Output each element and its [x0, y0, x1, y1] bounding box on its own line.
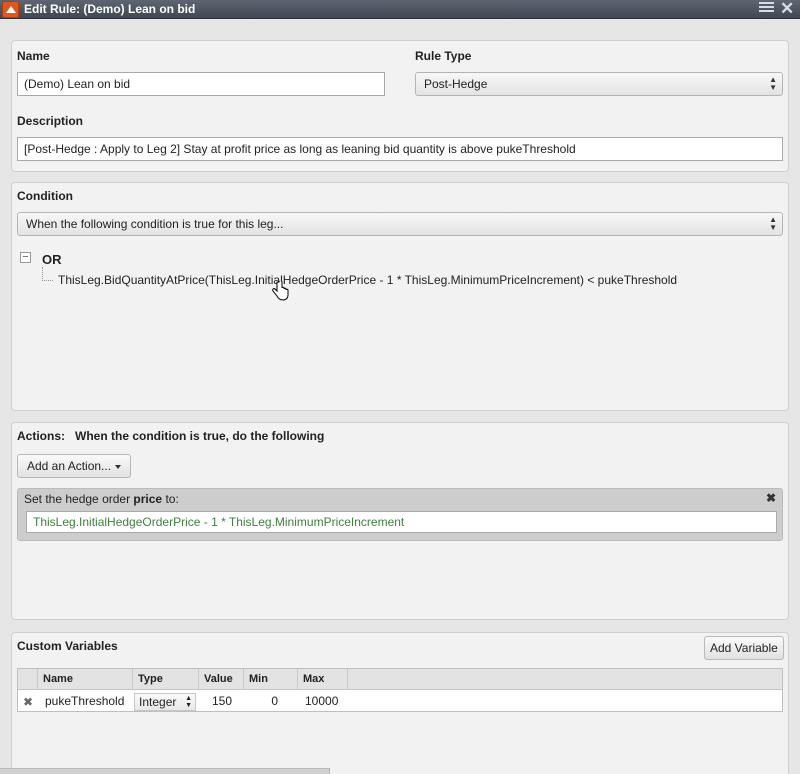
description-label: Description	[17, 114, 84, 128]
rule-type-label: Rule Type	[415, 49, 472, 63]
condition-label: Condition	[17, 189, 73, 203]
app-icon[interactable]	[2, 1, 19, 18]
window-title: Edit Rule: (Demo) Lean on bid	[24, 2, 196, 16]
description-input[interactable]: [Post-Hedge : Apply to Leg 2] Stay at pr…	[17, 137, 783, 161]
remove-variable-icon[interactable]: ✖	[23, 695, 33, 709]
add-action-label: Add an Action...	[27, 459, 112, 473]
rule-type-value: Post-Hedge	[424, 77, 488, 91]
table-header: Name Type Value Min Max	[18, 669, 782, 690]
hand-cursor-icon	[272, 281, 289, 301]
column-header-max[interactable]: Max	[298, 669, 348, 690]
variable-type-value: Integer	[139, 695, 177, 709]
column-header-value[interactable]: Value	[199, 669, 244, 690]
collapse-icon[interactable]: −	[20, 252, 31, 263]
actions-label: Actions: When the condition is true, do …	[17, 429, 324, 443]
tree-connector	[42, 280, 53, 281]
select-arrows-icon: ▲ ▼	[183, 695, 192, 709]
variable-value-cell[interactable]: 150	[199, 691, 244, 711]
variable-type-select[interactable]: Integer ▲ ▼	[134, 693, 196, 711]
name-label: Name	[17, 49, 50, 63]
rule-type-select[interactable]: Post-Hedge ▲ ▼	[415, 72, 783, 96]
action-value-input[interactable]: ThisLeg.InitialHedgeOrderPrice - 1 * Thi…	[26, 511, 777, 533]
action-item: Set the hedge order price to: ✖ ThisLeg.…	[17, 488, 783, 541]
add-variable-button[interactable]: Add Variable	[704, 636, 784, 660]
custom-variables-label: Custom Variables	[17, 639, 118, 653]
column-header-min[interactable]: Min	[244, 669, 298, 690]
column-header-name[interactable]: Name	[38, 669, 133, 690]
select-arrows-icon: ▲ ▼	[769, 215, 777, 232]
window-titlebar: Edit Rule: (Demo) Lean on bid ✕	[0, 0, 800, 19]
add-action-button[interactable]: Add an Action...	[17, 454, 132, 478]
dropdown-caret-icon	[115, 464, 122, 469]
condition-expression[interactable]: ThisLeg.BidQuantityAtPrice(ThisLeg.Initi…	[58, 273, 677, 287]
close-icon[interactable]: ✕	[780, 0, 794, 19]
variable-name-cell[interactable]: pukeThreshold	[40, 691, 129, 711]
select-arrows-icon: ▲ ▼	[769, 75, 777, 92]
remove-action-icon[interactable]: ✖	[766, 491, 776, 505]
column-spacer	[18, 669, 38, 690]
actions-subtitle: When the condition is true, do the follo…	[75, 429, 325, 443]
actions-title: Actions:	[17, 429, 65, 443]
action-title: Set the hedge order price to:	[24, 492, 179, 506]
tree-connector	[42, 267, 43, 281]
condition-mode-select[interactable]: When the following condition is true for…	[17, 212, 783, 236]
variable-min-cell[interactable]: 0	[244, 691, 298, 711]
variable-max-cell[interactable]: 10000	[300, 691, 343, 711]
horizontal-scrollbar[interactable]	[0, 768, 330, 774]
name-input[interactable]: (Demo) Lean on bid	[17, 72, 385, 96]
condition-operator[interactable]: OR	[42, 252, 62, 267]
variables-table: Name Type Value Min Max ✖ pukeThreshold …	[17, 668, 783, 712]
list-icon[interactable]	[759, 2, 774, 16]
column-header-type[interactable]: Type	[133, 669, 199, 690]
condition-mode-value: When the following condition is true for…	[26, 217, 284, 231]
